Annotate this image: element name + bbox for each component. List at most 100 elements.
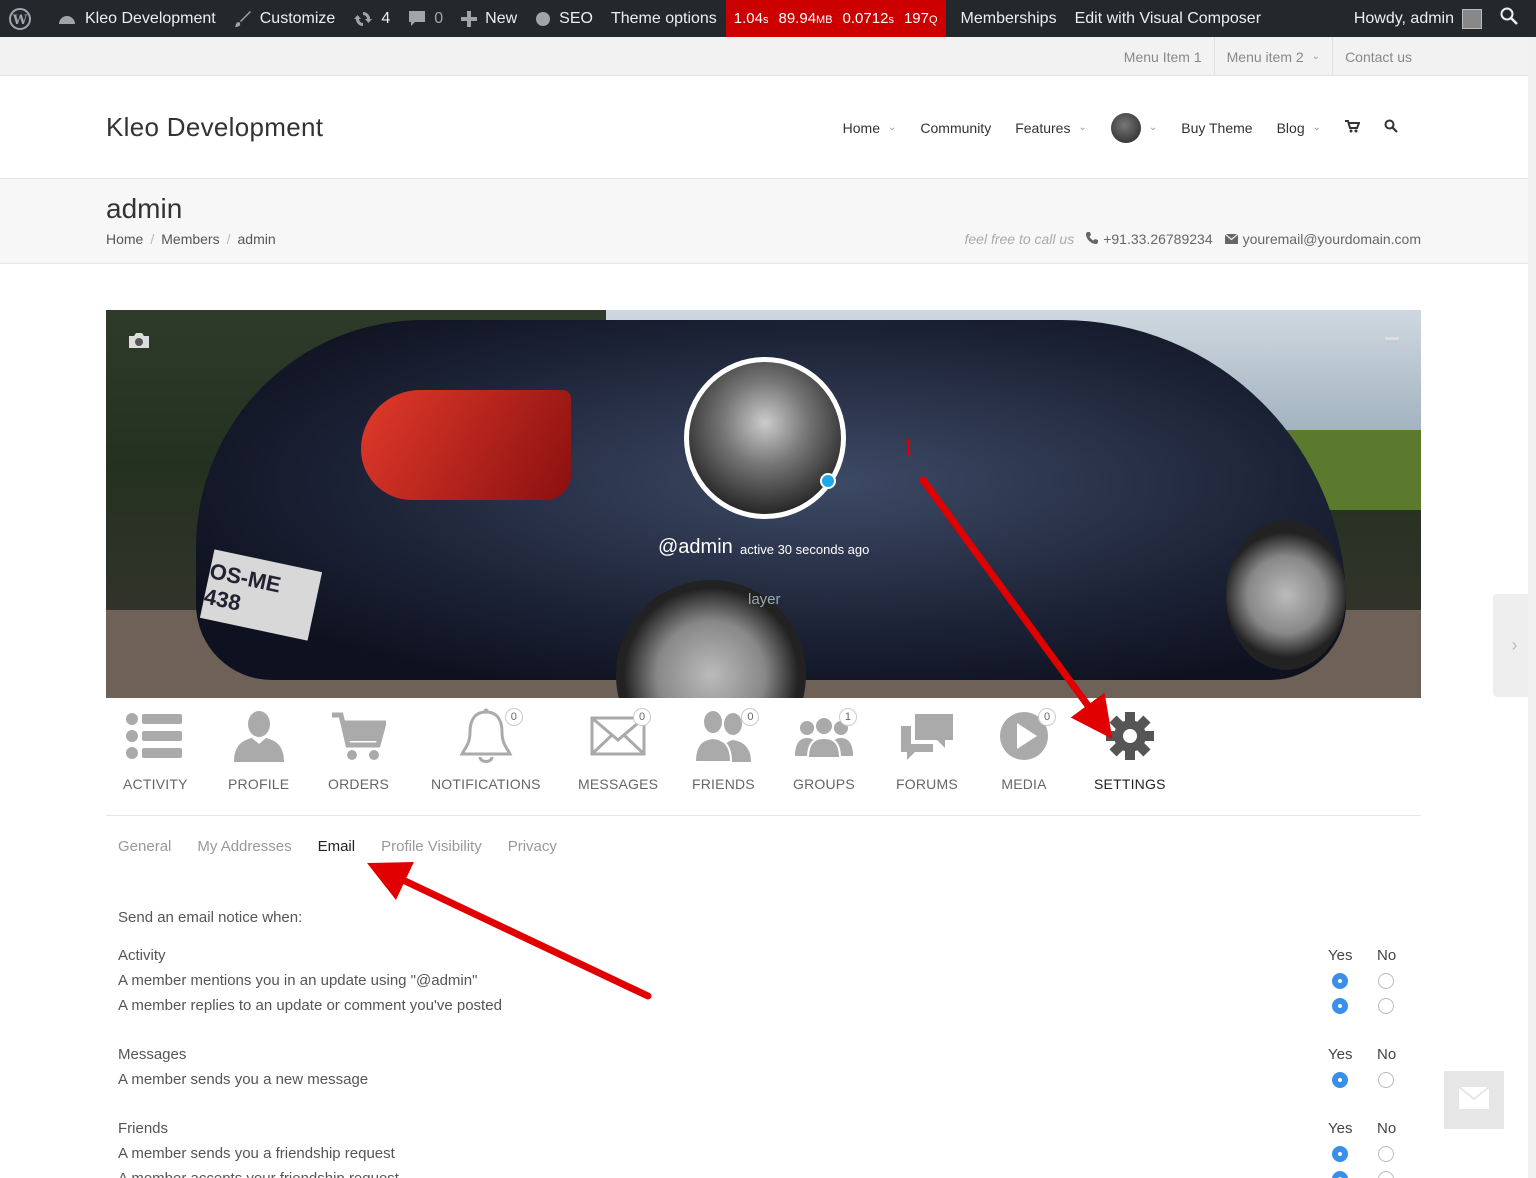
nav-search-button[interactable] — [1372, 119, 1410, 136]
yes-radio[interactable] — [1332, 1072, 1348, 1088]
play-icon: 0 — [994, 706, 1056, 766]
section-title: Friends Yes No — [118, 1119, 1408, 1144]
my-account-link[interactable]: Howdy, admin — [1345, 0, 1491, 37]
nav-item-blog[interactable]: Blog ⌄ — [1265, 120, 1333, 136]
profile-nav-friends[interactable]: 0 FRIENDS — [692, 706, 760, 792]
list-icon — [125, 706, 185, 766]
perf-query-time: 0.0712s — [842, 10, 894, 27]
nav-cart-button[interactable] — [1333, 119, 1372, 136]
media-badge: 0 — [1038, 708, 1056, 726]
profile-nav-notifications[interactable]: 0 NOTIFICATIONS — [431, 706, 541, 792]
wordpress-logo-button[interactable]: W — [0, 0, 48, 37]
subtab-email[interactable]: Email — [318, 838, 356, 855]
email-section-messages: Messages Yes No A member sends you a new… — [118, 1045, 1408, 1095]
yes-radio[interactable] — [1332, 973, 1348, 989]
chevron-right-icon: › — [1511, 635, 1518, 655]
cart-icon — [1345, 119, 1361, 136]
email-address[interactable]: youremail@yourdomain.com — [1243, 231, 1421, 247]
nav-home-label: Home — [842, 119, 881, 136]
breadcrumb: Home / Members / admin — [106, 231, 276, 247]
yes-column-header: Yes — [1328, 1046, 1353, 1063]
camera-icon[interactable] — [128, 332, 150, 354]
query-monitor-stats[interactable]: 1.04s 89.94MB 0.0712s 197Q — [725, 0, 946, 37]
profile-nav-messages-label: MESSAGES — [578, 776, 659, 792]
profile-nav-groups-label: GROUPS — [793, 776, 855, 792]
admin-search-button[interactable] — [1491, 0, 1536, 37]
subtab-profile-visibility[interactable]: Profile Visibility — [381, 838, 482, 855]
refresh-icon — [353, 10, 373, 28]
comments-link[interactable]: 0 — [399, 0, 452, 37]
adminbar-right: Howdy, admin — [1345, 0, 1536, 37]
setting-row: A member accepts your friendship request — [118, 1169, 1408, 1178]
setting-row: A member mentions you in an update using… — [118, 971, 1408, 996]
profile-nav-activity[interactable]: ACTIVITY — [123, 706, 188, 792]
floating-contact-button[interactable] — [1444, 1071, 1504, 1129]
top-menu-item-2-label: Menu item 2 — [1226, 48, 1304, 65]
profile-nav-groups[interactable]: 1 GROUPS — [793, 706, 857, 792]
profile-nav-profile[interactable]: PROFILE — [228, 706, 289, 792]
cart-icon — [329, 706, 389, 766]
envelope-icon — [1224, 231, 1238, 247]
updates-link[interactable]: 4 — [344, 0, 399, 37]
top-menu-item-2[interactable]: Menu item 2 ⌄ — [1213, 37, 1332, 76]
yes-radio[interactable] — [1332, 998, 1348, 1014]
page-scrollbar[interactable] — [1528, 37, 1536, 1178]
section-title-text: Activity — [118, 947, 166, 964]
no-radio[interactable] — [1378, 998, 1394, 1014]
yes-radio[interactable] — [1332, 1171, 1348, 1178]
admin-avatar — [1462, 8, 1482, 29]
theme-options-link[interactable]: Theme options — [602, 0, 726, 37]
no-column-header: No — [1377, 1120, 1397, 1137]
breadcrumb-members[interactable]: Members — [161, 231, 219, 247]
setting-row: A member sends you a friendship request — [118, 1144, 1408, 1169]
title-bar: admin Home / Members / admin feel free t… — [0, 179, 1536, 264]
seo-link[interactable]: SEO — [526, 0, 602, 37]
no-radio[interactable] — [1378, 1146, 1394, 1162]
memberships-link[interactable]: Memberships — [952, 0, 1066, 37]
profile-nav-messages[interactable]: 0 MESSAGES — [578, 706, 658, 792]
site-name-label: Kleo Development — [85, 9, 216, 27]
nav-item-buy-theme[interactable]: Buy Theme — [1169, 120, 1264, 136]
nav-item-community[interactable]: Community — [908, 120, 1003, 136]
profile-avatar[interactable] — [684, 357, 846, 519]
nav-item-home[interactable]: Home ⌄ — [831, 120, 909, 136]
top-menu: Menu Item 1 Menu item 2 ⌄ Contact us — [1112, 37, 1424, 76]
nav-buy-theme-label: Buy Theme — [1181, 119, 1253, 136]
subtab-privacy[interactable]: Privacy — [508, 838, 557, 855]
top-menu-item-1[interactable]: Menu Item 1 — [1112, 37, 1214, 76]
profile-nav-settings[interactable]: SETTINGS — [1094, 706, 1166, 792]
site-logo[interactable]: Kleo Development — [106, 112, 323, 143]
new-content-link[interactable]: New — [452, 0, 526, 37]
subtab-my-addresses[interactable]: My Addresses — [197, 838, 291, 855]
phone-item: +91.33.26789234 — [1086, 231, 1213, 247]
top-menu-contact[interactable]: Contact us — [1332, 37, 1424, 76]
section-title-text: Friends — [118, 1120, 169, 1137]
profile-nav-media[interactable]: 0 MEDIA — [994, 706, 1056, 792]
online-status-dot — [820, 473, 836, 489]
profile-nav-orders[interactable]: ORDERS — [328, 706, 389, 792]
customize-label: Customize — [259, 9, 336, 27]
breadcrumb-home[interactable]: Home — [106, 231, 143, 247]
customize-link[interactable]: Customize — [225, 0, 345, 37]
setting-label: A member replies to an update or comment… — [118, 997, 502, 1014]
no-radio[interactable] — [1378, 1072, 1394, 1088]
yes-radio[interactable] — [1332, 1146, 1348, 1162]
email-item: youremail@yourdomain.com — [1224, 231, 1421, 247]
site-name-link[interactable]: Kleo Development — [48, 0, 225, 37]
user-avatar — [1110, 112, 1141, 143]
groups-badge: 1 — [838, 708, 857, 726]
envelope-icon: 0 — [583, 706, 653, 766]
search-icon — [1500, 7, 1518, 30]
no-radio[interactable] — [1378, 973, 1394, 989]
chevron-down-icon: ⌄ — [888, 122, 897, 133]
subtab-general[interactable]: General — [118, 838, 171, 855]
visual-composer-label: Edit with Visual Composer — [1074, 9, 1262, 27]
perf-memory: 89.94MB — [778, 10, 833, 27]
profile-nav-forums[interactable]: FORUMS — [896, 706, 958, 792]
visual-composer-link[interactable]: Edit with Visual Composer — [1066, 0, 1270, 37]
collapse-icon[interactable] — [1385, 337, 1399, 340]
nav-item-user-menu[interactable]: ⌄ — [1099, 112, 1169, 143]
wp-admin-bar: W Kleo Development Customize 4 0 New SEO… — [0, 0, 1536, 37]
no-radio[interactable] — [1378, 1171, 1394, 1178]
nav-item-features[interactable]: Features ⌄ — [1003, 120, 1099, 136]
